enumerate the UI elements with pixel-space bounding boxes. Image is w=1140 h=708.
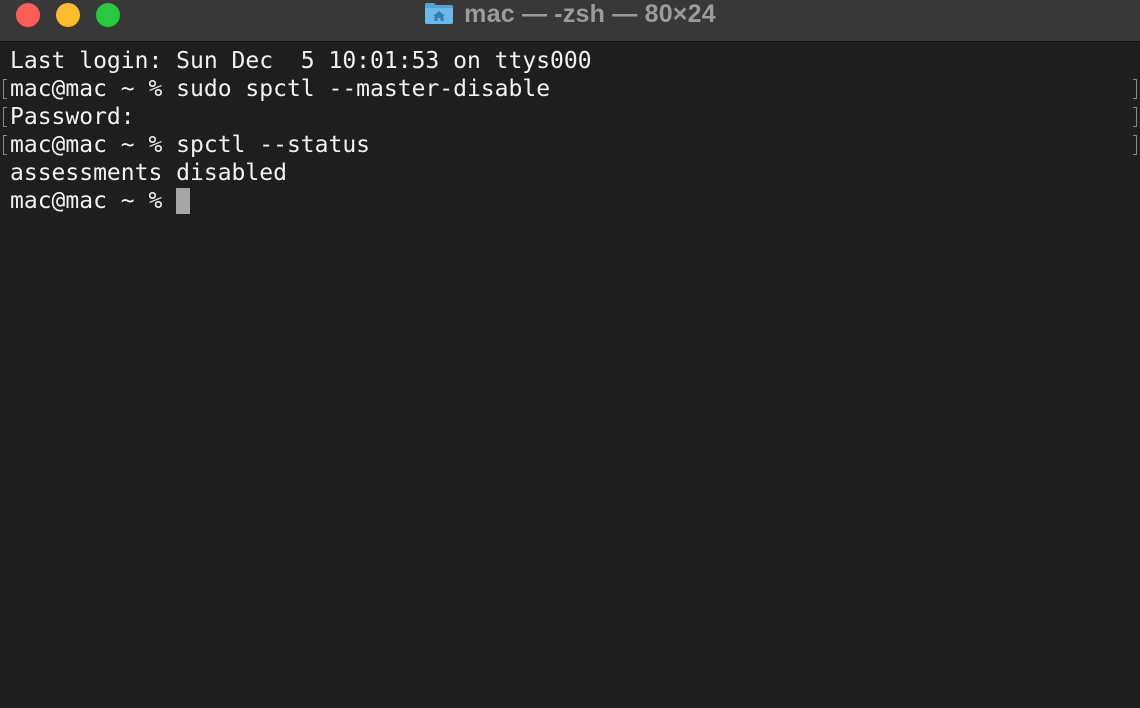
terminal-line-output: assessments disabled (10, 160, 287, 186)
command-mark-right (1133, 135, 1137, 155)
command-mark-right (1133, 79, 1137, 99)
title-bar[interactable]: mac — -zsh — 80×24 (0, 0, 1140, 42)
terminal-prompt: mac@mac ~ % (10, 188, 177, 214)
command-mark-left (3, 107, 7, 127)
command-mark-left (3, 79, 7, 99)
command-mark-left (3, 135, 7, 155)
terminal-line-command: mac@mac ~ % sudo spctl --master-disable (10, 76, 551, 102)
terminal-window: mac — -zsh — 80×24 Last login: Sun Dec 5… (0, 0, 1140, 708)
terminal-line-login: Last login: Sun Dec 5 10:01:53 on ttys00… (10, 48, 592, 74)
window-title-group: mac — -zsh — 80×24 (0, 0, 1140, 28)
terminal-prompt-line[interactable]: mac@mac ~ % (10, 187, 191, 215)
home-folder-icon (425, 3, 454, 24)
terminal-line-command: mac@mac ~ % spctl --status (10, 132, 371, 158)
window-title: mac — -zsh — 80×24 (464, 0, 716, 28)
command-mark-right (1133, 107, 1137, 127)
terminal-line-password: Password: (10, 104, 135, 130)
terminal-content[interactable]: Last login: Sun Dec 5 10:01:53 on ttys00… (0, 43, 1140, 708)
text-cursor (176, 188, 191, 214)
